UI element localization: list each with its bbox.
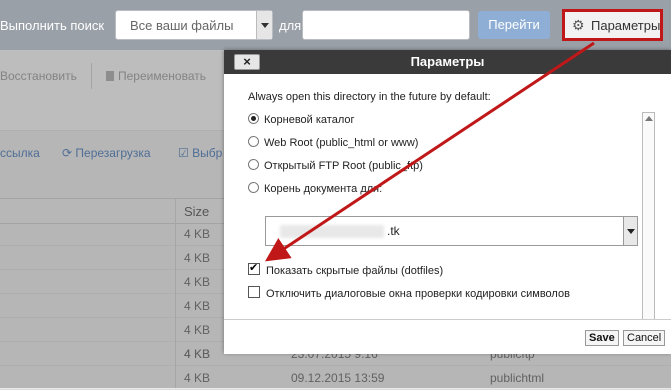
search-scope-select[interactable]: Все ваши файлы <box>115 10 273 40</box>
search-scope-value: Все ваши файлы <box>130 18 234 33</box>
chevron-down-icon[interactable] <box>623 217 637 245</box>
document-root-value: .tk <box>387 224 400 238</box>
settings-button[interactable]: ⚙ Параметры <box>562 9 663 41</box>
search-input[interactable] <box>302 10 470 40</box>
chevron-down-icon[interactable] <box>256 11 272 39</box>
cancel-button[interactable]: Cancel <box>623 330 666 346</box>
gear-icon: ⚙ <box>572 17 585 33</box>
go-button[interactable]: Перейти <box>478 11 550 39</box>
checkbox-show-hidden[interactable] <box>248 261 260 275</box>
checkbox-disable-encoding[interactable] <box>248 286 260 298</box>
radio-button[interactable] <box>248 182 259 193</box>
option-label: Корень документа для: <box>264 183 383 195</box>
option-label: Корневой каталог <box>264 114 355 126</box>
option-home-dir[interactable]: Корневой каталог <box>248 113 355 126</box>
option-label: Отключить диалоговые окна проверки кодир… <box>266 288 570 300</box>
option-document-root[interactable]: Корень документа для: <box>248 182 382 195</box>
for-label: для <box>279 18 302 33</box>
save-button[interactable]: Save <box>585 330 619 346</box>
settings-button-label: Параметры <box>591 18 661 33</box>
search-bar: Выполнить поиск Все ваши файлы для Перей… <box>0 0 671 50</box>
radio-button[interactable] <box>248 159 259 170</box>
radio-button[interactable] <box>248 113 259 124</box>
radio-button[interactable] <box>248 136 259 147</box>
dialog-scrollbar[interactable] <box>642 112 655 332</box>
option-label: Показать скрытые файлы (dotfiles) <box>266 265 444 277</box>
document-root-select[interactable]: .tk <box>265 216 638 246</box>
default-dir-intro: Always open this directory in the future… <box>248 91 491 103</box>
option-web-root[interactable]: Web Root (public_html or www) <box>248 136 418 149</box>
dialog-body: Always open this directory in the future… <box>224 74 671 332</box>
option-ftp-root[interactable]: Открытый FTP Root (public_ftp) <box>248 159 423 172</box>
option-label: Web Root (public_html or www) <box>264 137 419 149</box>
search-label: Выполнить поиск <box>0 18 105 33</box>
option-label: Открытый FTP Root (public_ftp) <box>264 160 423 172</box>
redacted-domain <box>280 225 384 238</box>
dialog-footer: Save Cancel <box>224 319 671 354</box>
settings-dialog: Параметры × Always open this directory i… <box>224 50 671 354</box>
dialog-title: Параметры <box>224 50 671 74</box>
option-show-hidden[interactable]: Показать скрытые файлы (dotfiles) <box>248 261 444 277</box>
option-disable-encoding[interactable]: Отключить диалоговые окна проверки кодир… <box>248 286 570 300</box>
close-button[interactable]: × <box>234 54 260 70</box>
scroll-up-icon[interactable] <box>645 116 653 121</box>
